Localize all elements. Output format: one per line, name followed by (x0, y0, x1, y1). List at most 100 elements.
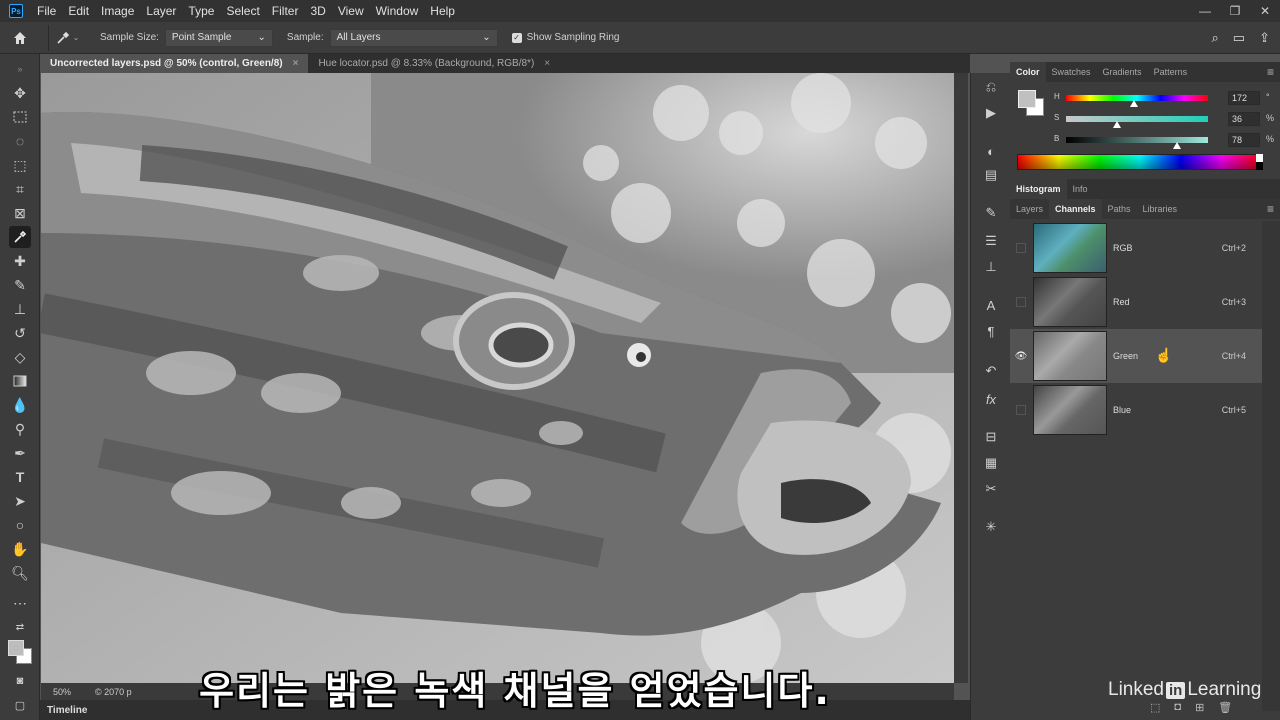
properties-icon[interactable]: ▤ (981, 165, 1001, 185)
restore-icon[interactable]: ❐ (1220, 0, 1250, 22)
brush-settings-icon[interactable]: ☰ (981, 231, 1001, 251)
blur-tool-icon[interactable]: 💧 (9, 394, 31, 416)
eyedropper-tool-icon[interactable]: ⌄ (48, 24, 86, 51)
menu-window[interactable]: Window (370, 4, 425, 18)
type-tool-icon[interactable]: T (9, 466, 31, 488)
history-icon[interactable]: ⎌ (981, 77, 1001, 97)
menu-edit[interactable]: Edit (62, 4, 95, 18)
share-icon[interactable]: ⇪ (1259, 30, 1270, 46)
show-sampling-ring-checkbox[interactable]: ✓ (511, 32, 522, 43)
adjustments-icon[interactable]: ◐ (981, 141, 1001, 161)
lasso-tool-icon[interactable]: ◌ (9, 130, 31, 152)
home-icon[interactable] (0, 31, 40, 45)
delete-channel-icon[interactable]: 🗑︎ (1218, 701, 1232, 714)
hand-tool-icon[interactable]: ✋ (9, 538, 31, 560)
menu-file[interactable]: File (31, 4, 62, 18)
foreground-color-swatch[interactable] (8, 640, 24, 656)
brush-tool-icon[interactable]: ✎ (9, 274, 31, 296)
tool-presets-icon[interactable]: ✂ (981, 479, 1001, 499)
eye-icon[interactable]: 👁︎ (1010, 329, 1032, 383)
collapse-toolbar-icon[interactable]: » (9, 58, 31, 80)
brightness-slider-thumb[interactable] (1172, 142, 1181, 149)
more-tools-icon[interactable]: ⋯ (9, 592, 31, 614)
channel-row-green[interactable]: 👁︎ Green Ctrl+4 ☝ (1010, 329, 1262, 383)
object-selection-tool-icon[interactable]: ⬚ (9, 154, 31, 176)
document-canvas[interactable] (41, 73, 954, 683)
notes-icon[interactable]: ▦ (981, 453, 1001, 473)
saturation-value-field[interactable]: 36 (1228, 112, 1260, 126)
menu-3d[interactable]: 3D (304, 4, 331, 18)
frame-tool-icon[interactable]: ⊠ (9, 202, 31, 224)
pen-tool-icon[interactable]: ✒ (9, 442, 31, 464)
paragraph-icon[interactable]: ¶ (981, 321, 1001, 341)
panel-menu-icon[interactable]: ≡ (1267, 65, 1274, 79)
path-selection-tool-icon[interactable]: ➤ (9, 490, 31, 512)
glyphs-icon[interactable]: ↶ (981, 361, 1001, 381)
foreground-color-chip[interactable] (1018, 90, 1036, 108)
navigator-icon[interactable]: ⊟ (981, 427, 1001, 447)
minimize-icon[interactable]: — (1190, 0, 1220, 22)
clone-stamp-tool-icon[interactable]: ⊥ (9, 298, 31, 320)
channel-row-rgb[interactable]: RGB Ctrl+2 (1010, 221, 1262, 275)
tab-channels[interactable]: Channels (1049, 199, 1102, 219)
styles-fx-icon[interactable]: fx (981, 389, 1001, 409)
visibility-toggle[interactable] (1010, 221, 1032, 275)
panel-menu-icon[interactable]: ≡ (1267, 202, 1274, 216)
search-icon[interactable]: ⌕ (1212, 30, 1219, 46)
menu-type[interactable]: Type (182, 4, 220, 18)
tab-paths[interactable]: Paths (1102, 199, 1137, 219)
menu-layer[interactable]: Layer (140, 4, 182, 18)
move-tool-icon[interactable]: ✥ (9, 82, 31, 104)
new-channel-icon[interactable]: ⊞ (1195, 701, 1204, 714)
marquee-tool-icon[interactable] (9, 106, 31, 128)
sample-select[interactable]: All Layers ⌄ (329, 28, 498, 47)
sample-size-select[interactable]: Point Sample ⌄ (164, 28, 273, 47)
tab-libraries[interactable]: Libraries (1137, 199, 1184, 219)
history-brush-tool-icon[interactable]: ↺ (9, 322, 31, 344)
tab-info[interactable]: Info (1067, 179, 1094, 199)
tab-layers[interactable]: Layers (1010, 199, 1049, 219)
menu-filter[interactable]: Filter (266, 4, 305, 18)
channel-row-blue[interactable]: Blue Ctrl+5 (1010, 383, 1262, 437)
swap-colors-icon[interactable]: ⇄ (9, 616, 31, 638)
ellipse-tool-icon[interactable]: ○ (9, 514, 31, 536)
visibility-toggle[interactable] (1010, 275, 1032, 329)
brightness-value-field[interactable]: 78 (1228, 133, 1260, 147)
tab-patterns[interactable]: Patterns (1148, 62, 1194, 82)
save-selection-icon[interactable]: ◘ (1174, 701, 1181, 714)
close-icon[interactable]: × (544, 58, 550, 69)
tab-uncorrected-layers[interactable]: Uncorrected layers.psd @ 50% (control, G… (40, 54, 309, 73)
brushes-icon[interactable]: ✎ (981, 203, 1001, 223)
eyedropper-tool-icon[interactable] (9, 226, 31, 248)
actions-play-icon[interactable]: ▶ (981, 103, 1001, 123)
vertical-scrollbar[interactable] (954, 73, 968, 683)
visibility-toggle[interactable] (1010, 383, 1032, 437)
brightness-slider[interactable] (1066, 137, 1208, 143)
workspace-icon[interactable]: ▭ (1233, 30, 1245, 46)
color-spectrum-ramp[interactable] (1017, 154, 1263, 170)
tab-gradients[interactable]: Gradients (1097, 62, 1148, 82)
saturation-slider[interactable] (1066, 116, 1208, 122)
clone-source-icon[interactable]: ⊥ (981, 257, 1001, 277)
channel-row-red[interactable]: Red Ctrl+3 (1010, 275, 1262, 329)
tab-histogram[interactable]: Histogram (1010, 179, 1067, 199)
menu-image[interactable]: Image (95, 4, 140, 18)
tab-hue-locator[interactable]: Hue locator.psd @ 8.33% (Background, RGB… (308, 54, 560, 73)
tab-swatches[interactable]: Swatches (1046, 62, 1097, 82)
zoom-tool-icon[interactable]: 🔍︎ (9, 562, 31, 584)
hue-slider-thumb[interactable] (1130, 100, 1139, 107)
eraser-tool-icon[interactable]: ◇ (9, 346, 31, 368)
close-icon[interactable]: × (293, 58, 299, 69)
3d-icon[interactable]: ✳ (981, 517, 1001, 537)
close-icon[interactable]: ✕ (1250, 0, 1280, 22)
load-selection-icon[interactable]: ⬚ (1150, 701, 1160, 714)
saturation-slider-thumb[interactable] (1113, 121, 1122, 128)
character-icon[interactable]: A (981, 295, 1001, 315)
menu-help[interactable]: Help (424, 4, 461, 18)
dodge-tool-icon[interactable]: ⚲ (9, 418, 31, 440)
menu-select[interactable]: Select (220, 4, 265, 18)
hue-value-field[interactable]: 172 (1228, 91, 1260, 105)
crop-tool-icon[interactable]: ⌗ (9, 178, 31, 200)
menu-view[interactable]: View (332, 4, 370, 18)
healing-brush-tool-icon[interactable]: ✚ (9, 250, 31, 272)
